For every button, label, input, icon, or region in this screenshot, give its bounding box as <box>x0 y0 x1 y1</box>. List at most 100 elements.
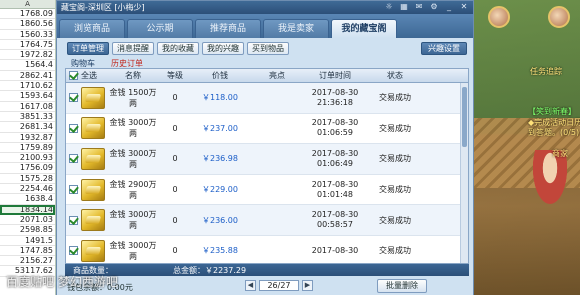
subtab-3[interactable]: 我的兴趣 <box>202 42 244 55</box>
npc-character[interactable] <box>530 150 570 210</box>
title-bar[interactable]: 藏宝阁-深圳区 [小梅少] ☼ ▦ ✉ ⚙ _ ✕ <box>57 1 473 14</box>
game-scene: 任务追踪 【笑到新春】 ◆完成活动日历 到答题。(0/5) 商家 <box>470 0 580 295</box>
row-checkbox[interactable] <box>69 185 78 195</box>
row-checkbox[interactable] <box>69 215 78 225</box>
row-checkbox[interactable] <box>69 93 78 103</box>
spreadsheet-cell[interactable]: 1710.62 <box>0 81 55 92</box>
select-all-label: 全选 <box>81 70 97 80</box>
spreadsheet-cell[interactable]: 1932.87 <box>0 133 55 143</box>
row-select[interactable] <box>66 117 106 140</box>
spreadsheet-cell[interactable]: 2156.27 <box>0 256 55 267</box>
row-select[interactable] <box>66 86 106 109</box>
spreadsheet-cell[interactable]: 1756.09 <box>0 163 55 174</box>
header-feature: 亮点 <box>269 71 285 80</box>
sun-icon[interactable]: ☼ <box>384 2 394 12</box>
spreadsheet-cell[interactable]: 1560.33 <box>0 30 55 40</box>
chat-icon[interactable]: ✉ <box>414 2 424 12</box>
spreadsheet-cell[interactable]: 1491.5 <box>0 236 55 246</box>
order-status: 交易成功 <box>379 93 411 103</box>
spreadsheet-rows: 1768.09 1860.56 1560.33 1764.75 1972.82 1564.… <box>0 9 55 277</box>
spreadsheet-cell[interactable]: 2254.46 <box>0 184 55 195</box>
header-status: 状态 <box>387 71 403 80</box>
spreadsheet-cell[interactable]: 2598.85 <box>0 225 55 236</box>
gold-ingot-icon <box>81 147 105 170</box>
spreadsheet-cell[interactable]: 1747.85 <box>0 246 55 257</box>
spreadsheet-cell[interactable]: 1593.64 <box>0 91 55 102</box>
spreadsheet-cell[interactable]: 1834.14 <box>0 204 55 215</box>
column-header[interactable]: A <box>0 0 55 9</box>
spreadsheet-cell[interactable]: 1759.89 <box>0 143 55 154</box>
order-clock: 21:36:18 <box>317 97 353 107</box>
row-select[interactable] <box>66 239 106 262</box>
spreadsheet-cell[interactable]: 2071.03 <box>0 215 55 226</box>
subtab-4[interactable]: 买到物品 <box>247 42 289 55</box>
minimize-icon[interactable]: _ <box>444 2 454 12</box>
row-checkbox[interactable] <box>69 154 78 164</box>
item-price: ￥236.98 <box>202 154 238 164</box>
subtab-0[interactable]: 订单管理 <box>67 42 109 55</box>
spreadsheet-cell[interactable]: 1860.56 <box>0 19 55 30</box>
close-icon[interactable]: ✕ <box>459 2 469 12</box>
spreadsheet-cell[interactable]: 1638.4 <box>0 194 55 205</box>
grid-icon[interactable]: ▦ <box>399 2 409 12</box>
table-body: 金钱 1500万两 0 ￥118.00 2017-08-30 21:36:18 交易成功金… <box>66 83 468 263</box>
gold-ingot-icon <box>81 178 105 201</box>
table-row[interactable]: 金钱 3000万两 0 ￥237.00 2017-08-30 01:06:59 交易成功 <box>66 114 468 145</box>
header-price: 价钱 <box>212 71 228 80</box>
table-scrollbar[interactable] <box>460 83 468 263</box>
spreadsheet-cell[interactable]: 2681.34 <box>0 122 55 133</box>
order-time: 2017-08-30 00:58:57 <box>304 210 366 230</box>
subtab-2[interactable]: 我的收藏 <box>157 42 199 55</box>
scroll-thumb[interactable] <box>462 87 467 147</box>
row-select[interactable] <box>66 147 106 170</box>
spreadsheet-cell[interactable]: 1575.28 <box>0 174 55 185</box>
interest-settings-button[interactable]: 兴趣设置 <box>421 42 467 55</box>
spreadsheet-cell[interactable]: 2862.41 <box>0 71 55 82</box>
tab-4[interactable]: 我的藏宝阁 <box>331 19 397 38</box>
gold-ingot-icon <box>81 117 105 140</box>
spreadsheet-cell[interactable]: 1764.75 <box>0 40 55 51</box>
order-status: 交易成功 <box>379 154 411 164</box>
order-clock: 00:58:57 <box>317 220 353 230</box>
table-row[interactable]: 金钱 3000万两 0 ￥235.88 2017-08-30 交易成功 <box>66 236 468 263</box>
table-row[interactable]: 金钱 2900万两 0 ￥229.00 2017-08-30 01:01:48 交易成功 <box>66 175 468 206</box>
tab-0[interactable]: 浏览商品 <box>59 19 125 38</box>
table-row[interactable]: 金钱 3000万两 0 ￥236.00 2017-08-30 00:58:57 交易成功 <box>66 205 468 236</box>
prev-page-icon[interactable]: ◀ <box>245 280 256 291</box>
order-status: 交易成功 <box>379 215 411 225</box>
row-checkbox[interactable] <box>69 246 78 256</box>
spreadsheet-cell[interactable]: 1768.09 <box>0 9 55 20</box>
tab-2[interactable]: 推荐商品 <box>195 19 261 38</box>
table-row[interactable]: 金钱 1500万两 0 ￥118.00 2017-08-30 21:36:18 交易成功 <box>66 83 468 114</box>
spreadsheet-cell[interactable]: 1617.08 <box>0 102 55 112</box>
row-select[interactable] <box>66 209 106 232</box>
spreadsheet-cell[interactable]: 1972.82 <box>0 50 55 61</box>
pet-avatar[interactable] <box>548 6 570 28</box>
total-amount: 总金额：￥2237.29 <box>173 265 246 276</box>
order-date: 2017-08-30 <box>311 210 359 220</box>
select-all[interactable]: 全选 <box>66 69 106 82</box>
item-name: 金钱 3000万两 <box>109 210 157 231</box>
select-all-checkbox[interactable] <box>69 71 78 80</box>
subtab-1[interactable]: 消息提醒 <box>112 42 154 55</box>
item-name: 金钱 3000万两 <box>109 240 157 261</box>
gear-icon[interactable]: ⚙ <box>429 2 439 12</box>
order-date: 2017-08-30 <box>311 179 359 189</box>
tab-1[interactable]: 公示期 <box>127 19 193 38</box>
item-name: 金钱 3000万两 <box>109 148 157 169</box>
order-date: 2017-08-30 <box>311 245 359 255</box>
task-tracker-label[interactable]: 任务追踪 <box>530 66 562 77</box>
next-page-icon[interactable]: ▶ <box>302 280 313 291</box>
tab-3[interactable]: 我是卖家 <box>263 19 329 38</box>
row-select[interactable] <box>66 178 106 201</box>
row-checkbox[interactable] <box>69 123 78 133</box>
page-indicator: 26/27 <box>259 280 299 291</box>
header-time: 订单时间 <box>319 71 351 80</box>
table-row[interactable]: 金钱 3000万两 0 ￥236.98 2017-08-30 01:06:49 交易成功 <box>66 144 468 175</box>
spreadsheet-cell[interactable]: 3851.33 <box>0 112 55 123</box>
player-avatar[interactable] <box>488 6 510 28</box>
spreadsheet-cell[interactable]: 1564.4 <box>0 60 55 71</box>
batch-delete-button[interactable]: 批量删除 <box>377 279 427 293</box>
item-level: 0 <box>172 185 178 195</box>
spreadsheet-cell[interactable]: 2100.93 <box>0 153 55 164</box>
